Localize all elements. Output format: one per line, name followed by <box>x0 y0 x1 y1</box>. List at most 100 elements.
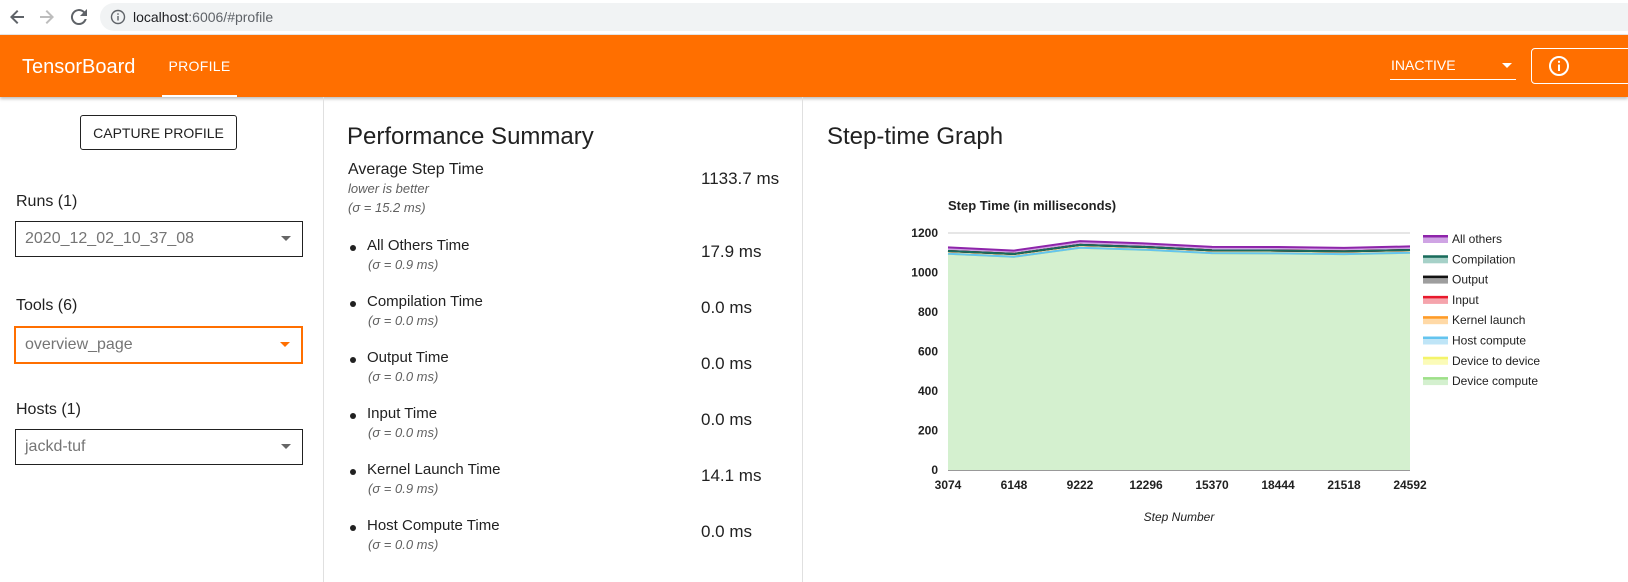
chevron-down-icon <box>281 444 291 449</box>
legend-swatch-line <box>1423 377 1448 380</box>
tab-profile[interactable]: PROFILE <box>162 35 237 97</box>
legend-label: Compilation <box>1452 252 1515 266</box>
legend-label: Device to device <box>1452 354 1540 368</box>
runs-select[interactable]: 2020_12_02_10_37_08 <box>15 221 303 257</box>
url-host: localhost <box>133 9 189 25</box>
legend-swatch-line <box>1423 235 1448 238</box>
step-time-chart: Step Time (in milliseconds) 0 200 400 600 800… <box>911 198 1540 524</box>
app-title: TensorBoard <box>22 56 136 78</box>
metric-value: 0.0 ms <box>701 410 753 429</box>
help-button[interactable] <box>1531 48 1628 84</box>
address-bar[interactable]: localhost:6006/#profile <box>100 3 1628 31</box>
legend-label: Host compute <box>1452 334 1526 348</box>
y-tick-label: 800 <box>918 305 938 319</box>
legend-label: Output <box>1452 273 1489 287</box>
x-tick-label: 12296 <box>1129 478 1163 492</box>
y-tick-label: 0 <box>931 463 938 477</box>
metric-row: Kernel Launch Time (σ = 0.9 ms) 14.1 ms <box>324 458 802 514</box>
hosts-select[interactable]: jackd-tuf <box>15 429 303 465</box>
plugin-status-dropdown[interactable]: INACTIVE <box>1390 49 1516 80</box>
bullet-icon <box>350 301 356 307</box>
metric-sigma: (σ = 0.0 ms) <box>368 313 439 328</box>
x-tick-label: 6148 <box>1001 478 1028 492</box>
legend-label: Input <box>1452 293 1479 307</box>
metric-sigma: (σ = 0.0 ms) <box>368 369 439 384</box>
tools-select[interactable]: overview_page <box>14 326 303 364</box>
y-tick-label: 600 <box>918 345 938 359</box>
legend-swatch-line <box>1423 336 1448 339</box>
y-tick-label: 1000 <box>911 266 938 280</box>
metric-value: 0.0 ms <box>701 354 753 373</box>
performance-summary-title: Performance Summary <box>347 123 594 150</box>
app-toolbar: TensorBoard PROFILE INACTIVE <box>0 35 1628 97</box>
y-tick-label: 1200 <box>911 226 938 240</box>
metric-label: Compilation Time <box>367 293 483 310</box>
legend-swatch-line <box>1423 255 1448 258</box>
step-time-graph-panel: Step-time Graph Step Time (in millisecon… <box>803 97 1628 582</box>
metric-row: All Others Time (σ = 0.9 ms) 17.9 ms <box>324 234 802 290</box>
chart-title: Step Time (in milliseconds) <box>948 198 1116 213</box>
x-tick-label: 24592 <box>1393 478 1427 492</box>
x-tick-label: 9222 <box>1067 478 1094 492</box>
x-axis-label: Step Number <box>1144 510 1216 524</box>
metric-value: 0.0 ms <box>701 522 753 541</box>
average-step-time-hint: lower is better <box>348 181 429 196</box>
reload-icon[interactable] <box>67 5 91 29</box>
area-device-compute <box>948 247 1410 470</box>
metric-sigma: (σ = 0.9 ms) <box>368 481 439 496</box>
legend-swatch-line <box>1423 356 1448 360</box>
runs-value: 2020_12_02_10_37_08 <box>25 230 195 247</box>
metric-sigma: (σ = 0.0 ms) <box>368 425 439 440</box>
metric-label: Host Compute Time <box>367 517 500 534</box>
chevron-down-icon <box>1502 63 1512 68</box>
sidebar: CAPTURE PROFILE Runs (1) 2020_12_02_10_3… <box>0 97 324 582</box>
legend-swatch-line <box>1423 295 1448 299</box>
metric-row: Input Time (σ = 0.0 ms) 0.0 ms <box>324 402 802 458</box>
bullet-icon <box>350 469 356 475</box>
metric-label: All Others Time <box>367 237 470 254</box>
bullet-icon <box>350 413 356 419</box>
performance-summary-panel: Performance Summary Average Step Time lo… <box>324 97 803 582</box>
chevron-down-icon <box>281 236 291 241</box>
metric-value: 14.1 ms <box>701 466 762 485</box>
x-tick-label: 21518 <box>1327 478 1361 492</box>
runs-label: Runs (1) <box>16 193 78 210</box>
bullet-icon <box>350 357 356 363</box>
tools-label: Tools (6) <box>16 297 78 314</box>
tools-value: overview_page <box>25 336 133 353</box>
x-tick-label: 18444 <box>1261 478 1295 492</box>
metric-row: Host Compute Time (σ = 0.0 ms) 0.0 ms <box>324 514 802 570</box>
y-tick-label: 200 <box>918 424 938 438</box>
metric-value: 0.0 ms <box>701 298 753 317</box>
browser-toolbar: localhost:6006/#profile <box>0 0 1628 35</box>
metric-sigma: (σ = 0.9 ms) <box>368 257 439 272</box>
legend-label: Kernel launch <box>1452 313 1525 327</box>
average-step-time-label: Average Step Time <box>348 161 484 178</box>
metric-label: Kernel Launch Time <box>367 461 501 478</box>
legend-label: All others <box>1452 232 1502 246</box>
metric-row: Output Time (σ = 0.0 ms) 0.0 ms <box>324 346 802 402</box>
info-icon[interactable] <box>110 9 126 25</box>
average-step-time-value: 1133.7 ms <box>701 169 780 188</box>
bullet-icon <box>350 245 356 251</box>
metric-label: Input Time <box>367 405 438 422</box>
legend-label: Device compute <box>1452 374 1538 388</box>
y-tick-label: 400 <box>918 384 938 398</box>
metric-label: Output Time <box>367 349 449 366</box>
forward-icon[interactable] <box>35 5 59 29</box>
average-step-time-sigma: (σ = 15.2 ms) <box>348 200 426 215</box>
metric-sigma: (σ = 0.0 ms) <box>368 537 439 552</box>
chevron-down-icon <box>280 342 290 347</box>
legend-swatch-line <box>1423 275 1448 279</box>
x-tick-label: 15370 <box>1195 478 1229 492</box>
info-icon <box>1549 56 1569 76</box>
x-tick-label: 3074 <box>935 478 962 492</box>
back-icon[interactable] <box>5 5 29 29</box>
tab-profile-label: PROFILE <box>168 58 231 74</box>
legend-swatch-line <box>1423 316 1448 319</box>
hosts-value: jackd-tuf <box>25 438 86 455</box>
bullet-icon <box>350 525 356 531</box>
url-text: localhost:6006/#profile <box>133 9 273 25</box>
metric-value: 17.9 ms <box>701 242 762 261</box>
capture-profile-button[interactable]: CAPTURE PROFILE <box>80 115 237 150</box>
